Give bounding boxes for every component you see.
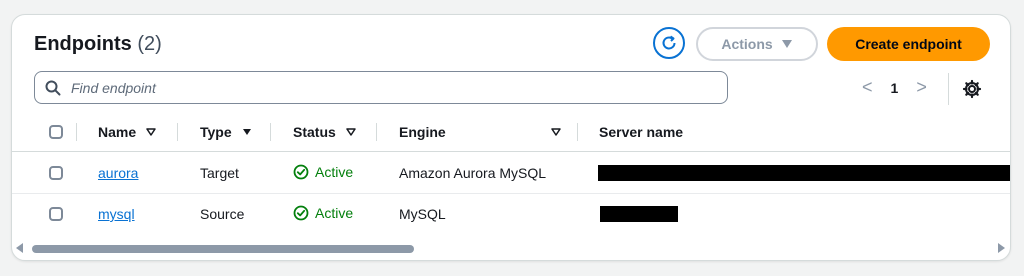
sort-icon bbox=[146, 128, 156, 136]
caret-down-icon bbox=[781, 40, 792, 48]
endpoint-engine: Amazon Aurora MySQL bbox=[399, 165, 547, 181]
check-circle-icon bbox=[293, 164, 309, 180]
settings-button[interactable] bbox=[962, 79, 982, 104]
endpoints-panel: Endpoints (2) Actions Create endpoint < … bbox=[11, 14, 1011, 261]
status-text: Active bbox=[315, 205, 354, 221]
table-row: mysql Source Active MySQL bbox=[12, 194, 1010, 234]
table-row: aurora Target Active Amazon Aurora MySQL bbox=[12, 153, 1010, 194]
sort-icon bbox=[346, 128, 356, 136]
pagination: < 1 > bbox=[862, 77, 927, 98]
next-page-button[interactable]: > bbox=[916, 77, 927, 98]
column-name-label: Name bbox=[98, 124, 137, 140]
column-separator[interactable] bbox=[577, 123, 578, 141]
column-separator[interactable] bbox=[76, 123, 77, 141]
column-separator[interactable] bbox=[270, 123, 271, 141]
column-header-server-name[interactable]: Server name bbox=[599, 124, 683, 140]
refresh-icon bbox=[662, 35, 676, 50]
redacted-server-name bbox=[600, 206, 678, 222]
search-field[interactable] bbox=[34, 71, 728, 104]
column-header-type[interactable]: Type bbox=[200, 124, 252, 140]
endpoint-type: Source bbox=[200, 206, 245, 222]
status-text: Active bbox=[315, 164, 354, 180]
endpoint-engine: MySQL bbox=[399, 206, 446, 222]
redacted-server-name bbox=[598, 165, 1010, 181]
scroll-left-arrow[interactable] bbox=[16, 243, 23, 253]
create-endpoint-label: Create endpoint bbox=[855, 36, 962, 52]
previous-page-button[interactable]: < bbox=[862, 77, 873, 98]
create-endpoint-button[interactable]: Create endpoint bbox=[827, 27, 990, 61]
column-engine-label: Engine bbox=[399, 124, 446, 140]
scrollbar-thumb[interactable] bbox=[32, 245, 414, 253]
column-server-name-label: Server name bbox=[599, 124, 684, 140]
scroll-right-arrow[interactable] bbox=[998, 243, 1005, 253]
endpoint-name-link[interactable]: aurora bbox=[98, 165, 138, 181]
column-header-name[interactable]: Name bbox=[98, 124, 156, 140]
refresh-button[interactable] bbox=[653, 27, 685, 59]
current-page[interactable]: 1 bbox=[891, 80, 899, 96]
check-circle-icon bbox=[293, 205, 309, 221]
column-status-label: Status bbox=[293, 124, 336, 140]
endpoint-name-link[interactable]: mysql bbox=[98, 206, 135, 222]
status-badge: Active bbox=[293, 164, 353, 180]
column-separator[interactable] bbox=[177, 123, 178, 141]
column-header-status[interactable]: Status bbox=[293, 124, 356, 140]
sort-icon bbox=[242, 129, 251, 135]
endpoint-count: (2) bbox=[137, 33, 162, 55]
horizontal-scrollbar[interactable] bbox=[12, 241, 1010, 260]
row-checkbox[interactable] bbox=[49, 207, 63, 221]
page-title: Endpoints (2) bbox=[34, 33, 162, 56]
title-text: Endpoints bbox=[34, 33, 132, 55]
column-header-engine[interactable]: Engine bbox=[399, 124, 446, 140]
search-icon bbox=[45, 80, 61, 95]
row-checkbox[interactable] bbox=[49, 166, 63, 180]
sort-icon[interactable] bbox=[551, 128, 561, 136]
settings-gear-icon bbox=[962, 79, 982, 99]
pager-divider bbox=[948, 73, 949, 105]
actions-dropdown-button[interactable]: Actions bbox=[696, 27, 818, 61]
actions-label: Actions bbox=[721, 36, 773, 52]
table-header: Name Type Status Engine Server name bbox=[12, 113, 1010, 152]
status-badge: Active bbox=[293, 205, 353, 221]
select-all-checkbox[interactable] bbox=[49, 125, 63, 139]
column-type-label: Type bbox=[200, 124, 232, 140]
endpoint-type: Target bbox=[200, 165, 239, 181]
search-input[interactable] bbox=[69, 78, 673, 97]
column-separator[interactable] bbox=[376, 123, 377, 141]
